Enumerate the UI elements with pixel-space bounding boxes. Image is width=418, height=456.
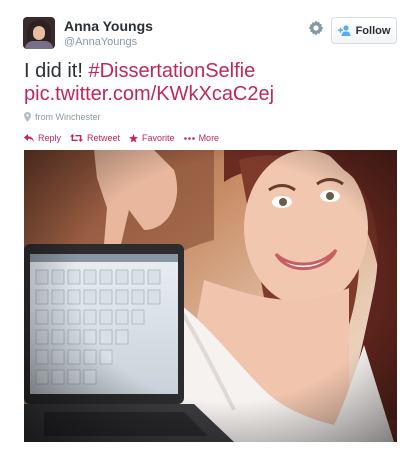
retweet-label: Retweet bbox=[87, 133, 121, 143]
tweet-card: Anna Youngs @AnnaYoungs Follow I did it!… bbox=[0, 0, 418, 456]
tweet-text: I did it! #DissertationSelfie pic.twitte… bbox=[24, 60, 404, 106]
location: from Winchester bbox=[24, 112, 101, 122]
retweet-button[interactable]: Retweet bbox=[70, 133, 120, 143]
follow-button[interactable]: Follow bbox=[331, 17, 397, 44]
reply-button[interactable]: Reply bbox=[24, 133, 61, 143]
selfie-image bbox=[24, 150, 397, 442]
avatar-face bbox=[33, 26, 45, 40]
favorite-button[interactable]: Favorite bbox=[129, 133, 175, 143]
follow-label: Follow bbox=[355, 24, 391, 37]
tweet-text-plain: I did it! bbox=[24, 60, 83, 82]
reply-icon bbox=[24, 134, 34, 142]
gear-icon[interactable] bbox=[308, 20, 324, 36]
user-handle[interactable]: @AnnaYoungs bbox=[64, 36, 137, 48]
hashtag-link[interactable]: #DissertationSelfie bbox=[88, 60, 255, 82]
add-person-icon bbox=[337, 25, 351, 36]
tweet-actions: Reply Retweet Favorite More bbox=[24, 133, 228, 143]
display-name[interactable]: Anna Youngs bbox=[64, 18, 153, 34]
more-label: More bbox=[198, 133, 220, 143]
avatar[interactable] bbox=[23, 17, 55, 49]
retweet-icon bbox=[70, 134, 84, 142]
tweet-photo[interactable] bbox=[24, 150, 397, 442]
reply-label: Reply bbox=[38, 133, 62, 143]
favorite-label: Favorite bbox=[142, 133, 175, 143]
star-icon bbox=[129, 133, 139, 143]
more-button[interactable]: More bbox=[183, 133, 220, 143]
location-pin-icon bbox=[24, 112, 31, 122]
avatar-shirt bbox=[25, 41, 53, 49]
media-link[interactable]: pic.twitter.com/KWkXcaC2ej bbox=[24, 83, 404, 106]
location-text[interactable]: from Winchester bbox=[35, 112, 101, 122]
more-dots-icon bbox=[183, 136, 195, 140]
